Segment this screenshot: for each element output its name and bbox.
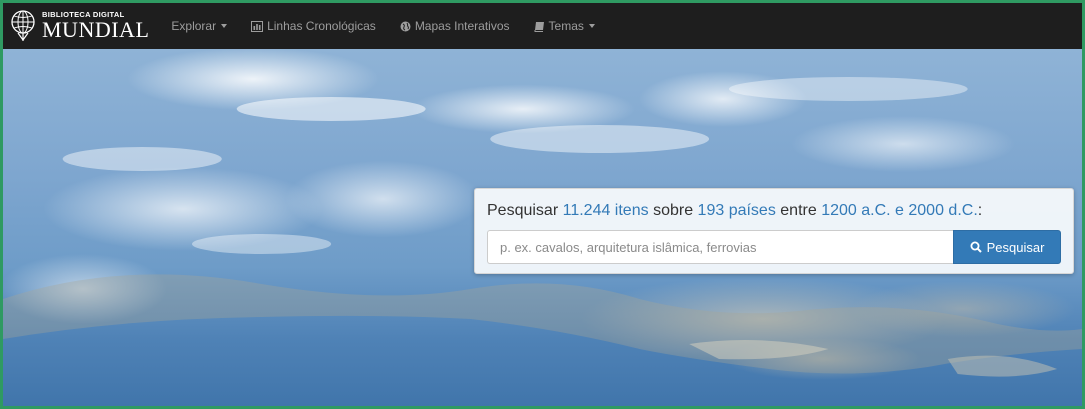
countries-count: 193 países (697, 202, 776, 219)
nav-topics[interactable]: Temas (522, 3, 607, 49)
search-button-label: Pesquisar (986, 239, 1045, 255)
nav-explore[interactable]: Explorar (159, 3, 239, 49)
search-heading: Pesquisar 11.244 itens sobre 193 países … (487, 201, 1061, 221)
search-about: sobre (653, 202, 694, 219)
nav-explore-label: Explorar (171, 19, 217, 33)
search-input[interactable] (487, 230, 953, 264)
date-range: 1200 a.C. e 2000 d.C. (821, 202, 978, 219)
top-navbar: BIBLIOTECA DIGITAL MUNDIAL Explorar Linh… (3, 3, 1082, 49)
globe-small-icon (400, 21, 411, 32)
search-panel: Pesquisar 11.244 itens sobre 193 países … (474, 188, 1074, 274)
caret-down-icon (221, 24, 228, 28)
brand-logo[interactable]: BIBLIOTECA DIGITAL MUNDIAL (3, 3, 149, 49)
items-count: 11.244 itens (562, 202, 649, 219)
caret-down-icon (588, 24, 595, 28)
nav-interactive-maps[interactable]: Mapas Interativos (388, 3, 522, 49)
page-frame: BIBLIOTECA DIGITAL MUNDIAL Explorar Linh… (0, 0, 1085, 409)
globe-icon (11, 10, 35, 42)
brand-title: MUNDIAL (42, 17, 150, 43)
search-button[interactable]: Pesquisar (953, 230, 1061, 264)
search-prefix: Pesquisar (487, 202, 559, 219)
bar-chart-icon (251, 20, 264, 32)
search-icon (970, 241, 982, 253)
search-between: entre (780, 202, 817, 219)
nav-timelines-label: Linhas Cronológicas (267, 19, 376, 33)
nav-maps-label: Mapas Interativos (414, 19, 510, 33)
hero-earth-image: Pesquisar 11.244 itens sobre 193 países … (3, 49, 1082, 406)
nav-topics-label: Temas (548, 19, 584, 33)
search-suffix: : (977, 202, 983, 219)
book-icon (534, 21, 545, 32)
nav-timelines[interactable]: Linhas Cronológicas (239, 3, 388, 49)
brand-text: BIBLIOTECA DIGITAL MUNDIAL (42, 11, 149, 42)
search-row: Pesquisar (487, 230, 1061, 264)
